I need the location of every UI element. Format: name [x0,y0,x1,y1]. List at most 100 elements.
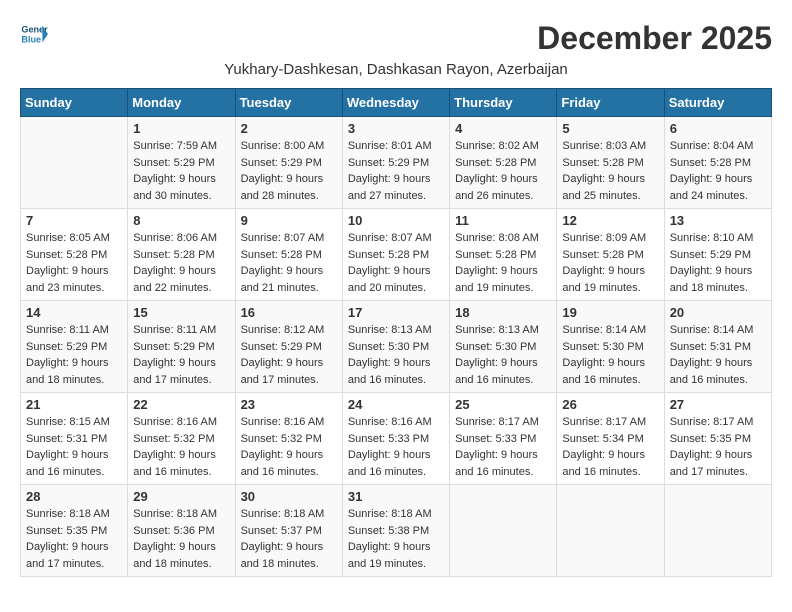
calendar-cell: 14 Sunrise: 8:11 AMSunset: 5:29 PMDayligh… [21,301,128,393]
calendar-week-row: 1 Sunrise: 7:59 AMSunset: 5:29 PMDaylight… [21,117,772,209]
day-info: Sunrise: 8:18 AMSunset: 5:36 PMDaylight:… [133,506,229,572]
day-number: 14 [26,305,122,320]
calendar-cell: 19 Sunrise: 8:14 AMSunset: 5:30 PMDayligh… [557,301,664,393]
day-info: Sunrise: 8:07 AMSunset: 5:28 PMDaylight:… [241,230,337,296]
day-number: 17 [348,305,444,320]
calendar-cell: 27 Sunrise: 8:17 AMSunset: 5:35 PMDayligh… [664,393,771,485]
day-info: Sunrise: 8:08 AMSunset: 5:28 PMDaylight:… [455,230,551,296]
location-title: Yukhary-Dashkesan, Dashkasan Rayon, Azer… [20,61,772,78]
day-number: 18 [455,305,551,320]
header: General Blue December 2025 [20,20,772,57]
day-number: 31 [348,489,444,504]
calendar-cell: 18 Sunrise: 8:13 AMSunset: 5:30 PMDayligh… [450,301,557,393]
day-info: Sunrise: 8:04 AMSunset: 5:28 PMDaylight:… [670,138,766,204]
calendar-cell: 30Sunrise: 8:18 AMSunset: 5:37 PMDayligh… [235,485,342,577]
column-header-saturday: Saturday [664,89,771,117]
day-info: Sunrise: 8:13 AMSunset: 5:30 PMDaylight:… [455,322,551,388]
day-number: 28 [26,489,122,504]
day-number: 26 [562,397,658,412]
column-header-friday: Friday [557,89,664,117]
calendar-cell: 2 Sunrise: 8:00 AMSunset: 5:29 PMDaylight… [235,117,342,209]
calendar-cell [557,485,664,577]
calendar-cell: 17 Sunrise: 8:13 AMSunset: 5:30 PMDayligh… [342,301,449,393]
day-number: 22 [133,397,229,412]
calendar-cell: 1 Sunrise: 7:59 AMSunset: 5:29 PMDaylight… [128,117,235,209]
day-info: Sunrise: 8:17 AMSunset: 5:33 PMDaylight:… [455,414,551,480]
calendar-cell: 6Sunrise: 8:04 AMSunset: 5:28 PMDaylight… [664,117,771,209]
day-info: Sunrise: 8:07 AMSunset: 5:28 PMDaylight:… [348,230,444,296]
day-number: 5 [562,121,658,136]
calendar-week-row: 28Sunrise: 8:18 AMSunset: 5:35 PMDayligh… [21,485,772,577]
calendar-cell: 26 Sunrise: 8:17 AMSunset: 5:34 PMDayligh… [557,393,664,485]
day-number: 21 [26,397,122,412]
calendar-week-row: 7 Sunrise: 8:05 AMSunset: 5:28 PMDaylight… [21,209,772,301]
day-info: Sunrise: 8:02 AMSunset: 5:28 PMDaylight:… [455,138,551,204]
day-number: 19 [562,305,658,320]
calendar-cell: 13Sunrise: 8:10 AMSunset: 5:29 PMDayligh… [664,209,771,301]
calendar-cell: 3Sunrise: 8:01 AMSunset: 5:29 PMDaylight… [342,117,449,209]
day-number: 25 [455,397,551,412]
day-info: Sunrise: 8:03 AMSunset: 5:28 PMDaylight:… [562,138,658,204]
column-header-monday: Monday [128,89,235,117]
calendar-cell: 12Sunrise: 8:09 AMSunset: 5:28 PMDayligh… [557,209,664,301]
day-info: Sunrise: 8:17 AMSunset: 5:34 PMDaylight:… [562,414,658,480]
logo-icon: General Blue [20,20,48,48]
day-number: 2 [241,121,337,136]
calendar-cell: 31 Sunrise: 8:18 AMSunset: 5:38 PMDayligh… [342,485,449,577]
day-number: 16 [241,305,337,320]
day-info: Sunrise: 8:18 AMSunset: 5:37 PMDaylight:… [241,506,337,572]
calendar-cell: 28Sunrise: 8:18 AMSunset: 5:35 PMDayligh… [21,485,128,577]
day-number: 7 [26,213,122,228]
calendar-week-row: 21Sunrise: 8:15 AMSunset: 5:31 PMDayligh… [21,393,772,485]
calendar-cell: 8Sunrise: 8:06 AMSunset: 5:28 PMDaylight… [128,209,235,301]
calendar-cell: 11 Sunrise: 8:08 AMSunset: 5:28 PMDayligh… [450,209,557,301]
column-header-thursday: Thursday [450,89,557,117]
calendar-cell: 5 Sunrise: 8:03 AMSunset: 5:28 PMDaylight… [557,117,664,209]
day-info: Sunrise: 8:14 AMSunset: 5:31 PMDaylight:… [670,322,766,388]
day-info: Sunrise: 8:10 AMSunset: 5:29 PMDaylight:… [670,230,766,296]
calendar-cell: 21Sunrise: 8:15 AMSunset: 5:31 PMDayligh… [21,393,128,485]
day-number: 15 [133,305,229,320]
calendar-cell: 16 Sunrise: 8:12 AMSunset: 5:29 PMDayligh… [235,301,342,393]
calendar-cell: 23Sunrise: 8:16 AMSunset: 5:32 PMDayligh… [235,393,342,485]
day-info: Sunrise: 8:13 AMSunset: 5:30 PMDaylight:… [348,322,444,388]
day-info: Sunrise: 8:17 AMSunset: 5:35 PMDaylight:… [670,414,766,480]
calendar-cell: 15 Sunrise: 8:11 AMSunset: 5:29 PMDayligh… [128,301,235,393]
day-number: 11 [455,213,551,228]
day-info: Sunrise: 8:16 AMSunset: 5:33 PMDaylight:… [348,414,444,480]
calendar-cell: 7 Sunrise: 8:05 AMSunset: 5:28 PMDaylight… [21,209,128,301]
day-info: Sunrise: 8:11 AMSunset: 5:29 PMDaylight:… [26,322,122,388]
calendar-cell: 25 Sunrise: 8:17 AMSunset: 5:33 PMDayligh… [450,393,557,485]
day-info: Sunrise: 8:14 AMSunset: 5:30 PMDaylight:… [562,322,658,388]
column-header-sunday: Sunday [21,89,128,117]
day-info: Sunrise: 8:01 AMSunset: 5:29 PMDaylight:… [348,138,444,204]
day-number: 4 [455,121,551,136]
day-number: 10 [348,213,444,228]
day-info: Sunrise: 8:16 AMSunset: 5:32 PMDaylight:… [241,414,337,480]
day-number: 20 [670,305,766,320]
calendar-header-row: SundayMondayTuesdayWednesdayThursdayFrid… [21,89,772,117]
day-info: Sunrise: 8:16 AMSunset: 5:32 PMDaylight:… [133,414,229,480]
day-number: 8 [133,213,229,228]
day-info: Sunrise: 8:11 AMSunset: 5:29 PMDaylight:… [133,322,229,388]
day-number: 12 [562,213,658,228]
column-header-wednesday: Wednesday [342,89,449,117]
day-number: 27 [670,397,766,412]
calendar-cell: 29 Sunrise: 8:18 AMSunset: 5:36 PMDayligh… [128,485,235,577]
calendar-cell: 20 Sunrise: 8:14 AMSunset: 5:31 PMDayligh… [664,301,771,393]
calendar-cell [664,485,771,577]
day-info: Sunrise: 8:12 AMSunset: 5:29 PMDaylight:… [241,322,337,388]
calendar-cell: 22 Sunrise: 8:16 AMSunset: 5:32 PMDayligh… [128,393,235,485]
column-header-tuesday: Tuesday [235,89,342,117]
day-info: Sunrise: 8:00 AMSunset: 5:29 PMDaylight:… [241,138,337,204]
day-info: Sunrise: 7:59 AMSunset: 5:29 PMDaylight:… [133,138,229,204]
day-number: 1 [133,121,229,136]
day-info: Sunrise: 8:05 AMSunset: 5:28 PMDaylight:… [26,230,122,296]
day-number: 29 [133,489,229,504]
svg-text:Blue: Blue [21,34,41,44]
month-year-title: December 2025 [537,20,772,57]
calendar-cell: 9Sunrise: 8:07 AMSunset: 5:28 PMDaylight… [235,209,342,301]
calendar-cell [21,117,128,209]
calendar-week-row: 14 Sunrise: 8:11 AMSunset: 5:29 PMDayligh… [21,301,772,393]
day-info: Sunrise: 8:18 AMSunset: 5:38 PMDaylight:… [348,506,444,572]
